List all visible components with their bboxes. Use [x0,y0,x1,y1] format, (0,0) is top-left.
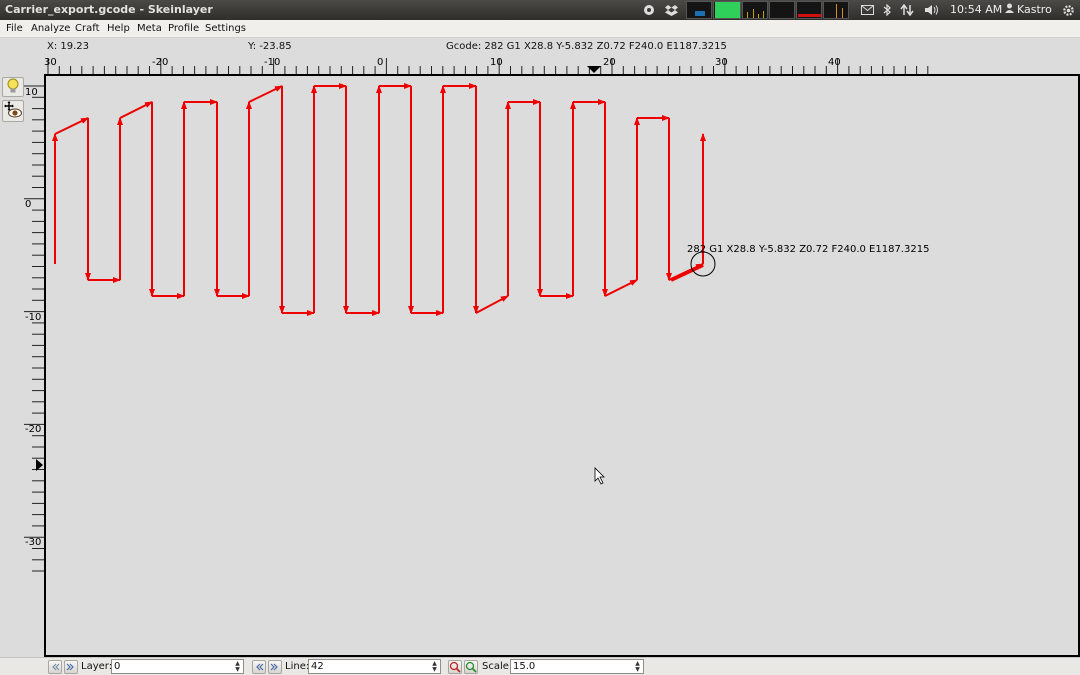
highlight-tool-button[interactable] [2,77,24,97]
toolpath-segment [54,117,89,135]
menu-profile[interactable]: Profile [168,23,199,34]
mail-icon[interactable] [860,2,874,18]
window-title: Carrier_export.gcode - Skeinlayer [5,3,213,16]
network-monitor-graph [742,1,768,19]
user-name: Kastro [1017,3,1052,16]
layer-value: 0 [114,661,121,672]
coordinate-status-row: X: 19.23 Y: -23.85 Gcode: 282 G1 X28.8 Y… [0,39,1080,55]
layer-label: Layer: [81,661,113,672]
bottom-toolbar: Layer: 0 ▲ ▼ Line: 42 ▲ ▼ Scale: 15.0 ▲ ▼ [0,657,1080,675]
network-icon[interactable] [899,2,915,18]
v-tick-label: 10 [25,87,38,98]
v-tick-label: -20 [25,424,41,435]
menu-analyze[interactable]: Analyze [31,23,70,34]
v-tick-label: 0 [25,199,31,210]
load-monitor-graph [796,1,822,19]
line-label: Line: [285,661,310,672]
mouse-pointer-icon [594,467,605,485]
toolpath-current-segment [670,263,704,282]
vertical-ruler: 10 0 -10 -20 -30 [24,85,44,572]
menu-bar: File Analyze Craft Help Meta Profile Set… [0,20,1080,38]
toolpath-path [52,83,706,316]
scale-spin-arrows[interactable]: ▲ ▼ [633,660,642,673]
v-tick-label: -30 [25,537,41,548]
zoom-in-button[interactable] [464,660,478,674]
h-tick-label: 40 [828,57,841,68]
toolpath-segment [604,279,638,297]
h-tick-label: 30 [44,57,57,68]
user-menu[interactable]: Kastro [1005,3,1052,16]
cpu-monitor-graph [686,1,712,19]
menu-settings[interactable]: Settings [205,23,246,34]
h-tick-label: 20 [603,57,616,68]
zoom-in-icon [465,661,477,673]
zoom-out-icon [449,661,461,673]
h-tick-label: -10 [264,57,280,68]
move-view-tool-button[interactable] [2,100,24,122]
line-first-button[interactable] [252,660,266,674]
scale-label: Scale: [482,661,513,672]
line-spin-arrows[interactable]: ▲ ▼ [430,660,439,673]
swap-monitor-graph [769,1,795,19]
line-next-button[interactable] [268,660,282,674]
toolpath-segment [248,85,283,103]
gcode-annotation: 282 G1 X28.8 Y-5.832 Z0.72 F240.0 E1187.… [687,244,929,255]
x-coordinate: X: 19.23 [47,41,90,52]
y-coordinate: Y: -23.85 [248,41,292,52]
menu-help[interactable]: Help [107,23,130,34]
session-gear-icon[interactable] [1060,2,1076,18]
h-tick-label: 30 [715,57,728,68]
line-value: 42 [311,661,324,672]
line-spinbox[interactable]: 42 ▲ ▼ [308,659,441,674]
gcode-canvas[interactable]: 282 G1 X28.8 Y-5.832 Z0.72 F240.0 E1187.… [44,74,1080,657]
menu-meta[interactable]: Meta [137,23,162,34]
bluetooth-icon[interactable] [881,2,893,18]
move-eye-icon [4,100,22,122]
volume-icon[interactable] [923,2,941,18]
lightbulb-icon [6,78,20,97]
memory-monitor-graph [713,1,741,19]
toolpath-segment [475,295,509,314]
toolpath-segment [119,101,153,119]
layer-spin-arrows[interactable]: ▲ ▼ [233,660,242,673]
update-icon[interactable] [642,2,656,18]
skeinlayer-window: Carrier_export.gcode - Skeinlayer 10:54 … [0,0,1080,675]
v-tick-label: -10 [25,312,41,323]
gcode-line: Gcode: 282 G1 X28.8 Y-5.832 Z0.72 F240.0… [446,41,727,52]
h-tick-label: -20 [152,57,168,68]
dropbox-icon[interactable] [664,2,678,18]
scale-spinbox[interactable]: 15.0 ▲ ▼ [510,659,644,674]
toolpath-drawing: 282 G1 X28.8 Y-5.832 Z0.72 F240.0 E1187.… [52,83,929,485]
layer-first-button[interactable] [48,660,62,674]
clock[interactable]: 10:54 AM [950,3,1002,16]
menu-file[interactable]: File [6,23,23,34]
scale-value: 15.0 [513,661,536,672]
h-tick-label: 10 [490,57,503,68]
menu-craft[interactable]: Craft [75,23,100,34]
h-tick-label: 0 [377,57,383,68]
layer-spinbox[interactable]: 0 ▲ ▼ [111,659,244,674]
horizontal-ruler: 30 -20 -10 0 10 20 30 40 [44,57,929,74]
disk-monitor-graph [823,1,849,19]
top-panel: Carrier_export.gcode - Skeinlayer 10:54 … [0,0,1080,20]
zoom-out-button[interactable] [448,660,462,674]
layer-next-button[interactable] [64,660,78,674]
user-icon [1005,3,1014,16]
